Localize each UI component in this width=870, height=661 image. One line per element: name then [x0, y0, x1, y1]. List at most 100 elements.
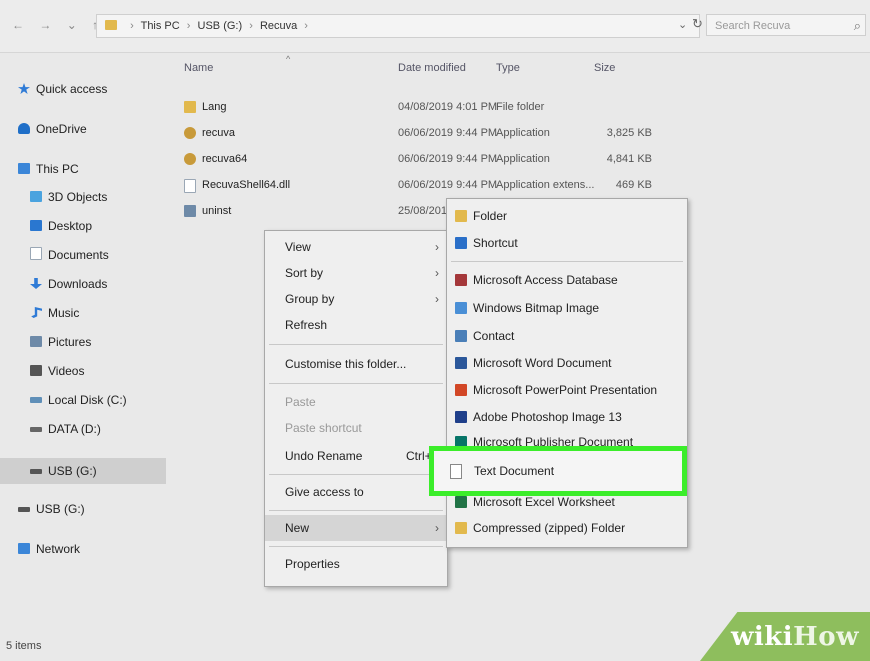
- sidebar-item-music[interactable]: Music: [30, 302, 79, 324]
- menu-item-sort-by[interactable]: Sort by ›: [265, 260, 447, 286]
- folder-icon: [455, 210, 467, 222]
- search-input[interactable]: Search Recuva ⌕: [706, 14, 866, 36]
- network-icon: [18, 543, 30, 554]
- sidebar-item-network[interactable]: Network: [18, 538, 80, 560]
- menu-item-properties[interactable]: Properties: [265, 551, 447, 577]
- sidebar-item-this-pc[interactable]: This PC: [18, 158, 79, 180]
- submenu-item-folder[interactable]: Folder: [447, 203, 687, 229]
- sidebar-item-onedrive[interactable]: OneDrive: [18, 118, 87, 140]
- column-header-type[interactable]: Type: [496, 62, 520, 74]
- menu-item-new[interactable]: New ›: [265, 515, 447, 541]
- column-header-date[interactable]: Date modified: [398, 62, 466, 74]
- submenu-item-powerpoint[interactable]: Microsoft PowerPoint Presentation: [447, 377, 687, 403]
- submenu-item-label: Microsoft Excel Worksheet: [473, 495, 615, 509]
- folder-icon: [184, 101, 196, 113]
- folder-icon: [105, 20, 117, 30]
- sidebar-item-videos[interactable]: Videos: [30, 360, 84, 382]
- menu-item-group-by[interactable]: Group by ›: [265, 286, 447, 312]
- back-button[interactable]: ←: [12, 18, 24, 32]
- breadcrumb-separator: ›: [304, 20, 308, 32]
- pictures-icon: [30, 336, 42, 347]
- menu-item-paste-shortcut[interactable]: Paste shortcut: [265, 415, 447, 441]
- menu-item-give-access[interactable]: Give access to: [265, 479, 447, 505]
- menu-item-undo-rename[interactable]: Undo Rename Ctrl+Z: [265, 443, 447, 469]
- shortcut-icon: [455, 237, 467, 249]
- submenu-item-shortcut[interactable]: Shortcut: [447, 230, 687, 256]
- sidebar-item-label: Quick access: [36, 82, 108, 96]
- menu-item-view[interactable]: View ›: [265, 234, 447, 260]
- file-row[interactable]: recuva64 06/06/2019 9:44 PM Application …: [184, 148, 664, 170]
- download-icon: [30, 278, 42, 289]
- watermark-how: How: [793, 622, 859, 652]
- file-row[interactable]: RecuvaShell64.dll 06/06/2019 9:44 PM App…: [184, 174, 664, 196]
- sidebar-item-label: 3D Objects: [48, 190, 108, 204]
- submenu-item-text-document[interactable]: Text Document: [429, 446, 687, 496]
- sidebar-item-pictures[interactable]: Pictures: [30, 331, 91, 353]
- sidebar-item-local-disk[interactable]: Local Disk (C:): [30, 389, 127, 411]
- sidebar-item-3d-objects[interactable]: 3D Objects: [30, 186, 107, 208]
- menu-item-label: Properties: [285, 557, 340, 571]
- menu-separator: [451, 261, 683, 262]
- menu-item-paste[interactable]: Paste: [265, 389, 447, 415]
- search-icon[interactable]: ⌕: [854, 15, 861, 37]
- submenu-item-access-database[interactable]: Microsoft Access Database: [447, 267, 687, 293]
- column-header-size[interactable]: Size: [594, 62, 615, 74]
- submenu-item-bitmap-image[interactable]: Windows Bitmap Image: [447, 295, 687, 321]
- wikihow-watermark: wikiHow: [731, 622, 859, 652]
- sidebar-item-desktop[interactable]: Desktop: [30, 215, 92, 237]
- file-type: Application extens...: [496, 179, 595, 191]
- breadcrumb-usb[interactable]: USB (G:): [198, 20, 243, 32]
- file-type: Application: [496, 153, 550, 165]
- breadcrumb-separator: ›: [130, 20, 134, 32]
- file-row[interactable]: Lang 04/08/2019 4:01 PM File folder: [184, 96, 664, 118]
- column-header-name[interactable]: Name: [184, 62, 213, 74]
- sidebar-item-label: Downloads: [48, 277, 108, 291]
- recent-locations-button[interactable]: ⌄: [67, 18, 77, 32]
- breadcrumb-this-pc[interactable]: This PC: [141, 20, 180, 32]
- text-document-icon: [450, 464, 462, 479]
- submenu-item-label: Folder: [473, 209, 508, 223]
- menu-item-label: New: [285, 521, 310, 535]
- submenu-item-contact[interactable]: Contact: [447, 323, 687, 349]
- sidebar-item-usb[interactable]: USB (G:): [18, 498, 85, 520]
- sidebar-item-label: Desktop: [48, 219, 93, 233]
- submenu-item-label: Microsoft Access Database: [473, 273, 618, 287]
- sidebar-item-label: Music: [48, 306, 80, 320]
- sidebar-item-documents[interactable]: Documents: [30, 244, 109, 266]
- breadcrumb-recuva[interactable]: Recuva: [260, 20, 297, 32]
- submenu-item-label: Text Document: [474, 464, 555, 478]
- sidebar-item-data-drive[interactable]: DATA (D:): [30, 418, 101, 440]
- menu-separator: [269, 474, 443, 475]
- submenu-item-word-document[interactable]: Microsoft Word Document: [447, 350, 687, 376]
- powerpoint-icon: [455, 384, 467, 396]
- file-row[interactable]: uninst 25/08/201: [184, 200, 447, 222]
- submenu-item-photoshop[interactable]: Adobe Photoshop Image 13: [447, 404, 687, 430]
- sidebar-item-quick-access[interactable]: Quick access: [18, 78, 107, 100]
- file-type: Application: [496, 127, 550, 139]
- sidebar-item-label: USB (G:): [36, 502, 85, 516]
- menu-item-customise-folder[interactable]: Customise this folder...: [265, 351, 447, 377]
- sidebar-item-label: This PC: [36, 162, 79, 176]
- cube-icon: [30, 191, 42, 202]
- file-name: uninst: [202, 205, 232, 217]
- menu-item-refresh[interactable]: Refresh: [265, 312, 447, 338]
- forward-button[interactable]: →: [39, 18, 51, 32]
- submenu-item-label: Microsoft PowerPoint Presentation: [473, 383, 658, 397]
- sidebar-item-usb-selected[interactable]: USB (G:): [0, 458, 166, 484]
- file-row[interactable]: recuva 06/06/2019 9:44 PM Application 3,…: [184, 122, 664, 144]
- menu-separator: [269, 510, 443, 511]
- contact-icon: [455, 330, 467, 342]
- sidebar-item-label: OneDrive: [36, 122, 87, 136]
- file-date: 06/06/2019 9:44 PM: [398, 153, 498, 165]
- submenu-item-label: Shortcut: [473, 236, 518, 250]
- address-bar[interactable]: › This PC › USB (G:) › Recuva ›: [96, 14, 700, 38]
- sidebar-item-downloads[interactable]: Downloads: [30, 273, 107, 295]
- sidebar-item-label: Documents: [48, 248, 109, 262]
- submenu-item-zip-folder[interactable]: Compressed (zipped) Folder: [447, 515, 687, 541]
- chevron-right-icon: ›: [435, 240, 439, 254]
- address-dropdown-icon[interactable]: ⌄: [678, 18, 687, 31]
- search-placeholder: Search Recuva: [715, 20, 791, 32]
- star-icon: [18, 83, 30, 94]
- sidebar-item-label: Network: [36, 542, 81, 556]
- refresh-icon[interactable]: ↻: [692, 16, 703, 32]
